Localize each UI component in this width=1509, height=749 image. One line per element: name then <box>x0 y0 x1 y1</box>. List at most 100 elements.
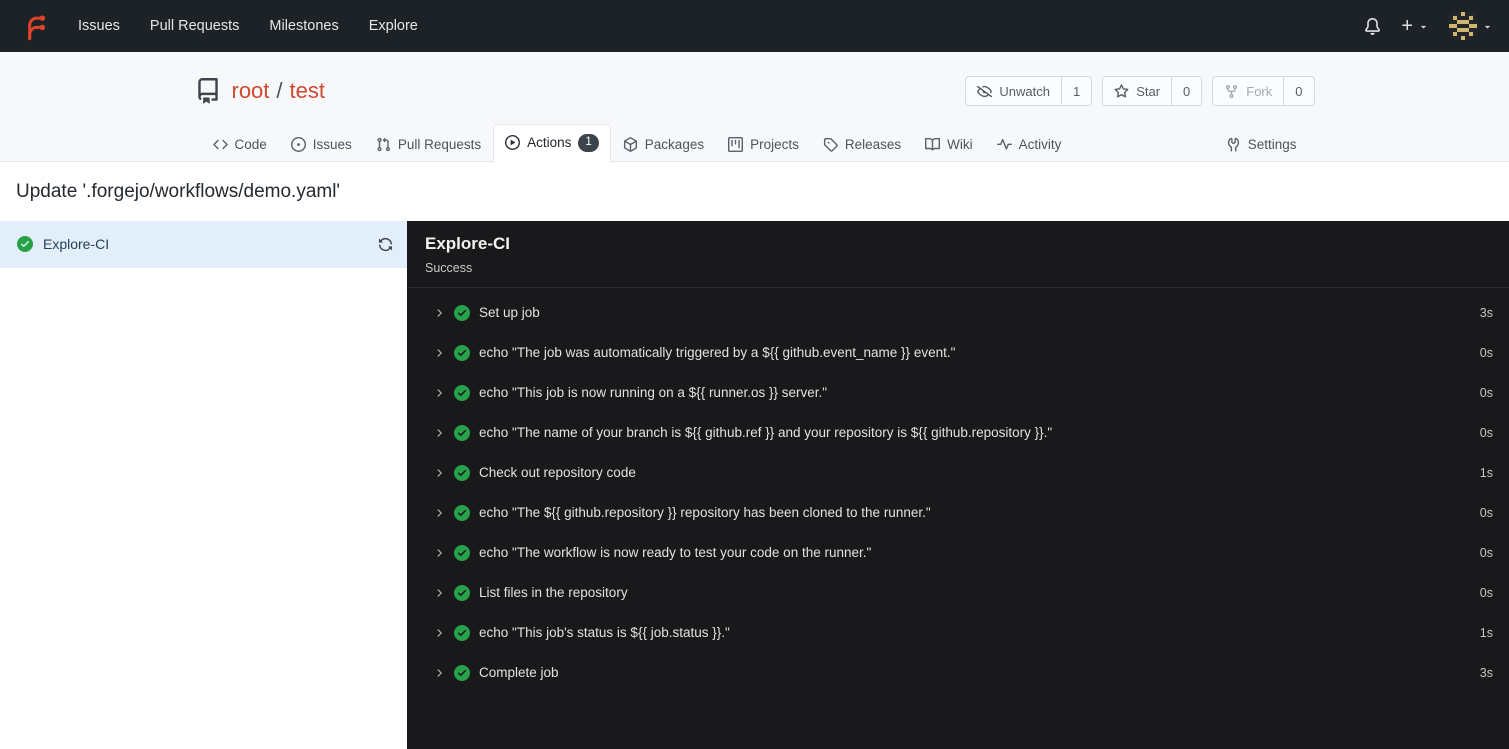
navbar-link-issues[interactable]: Issues <box>63 10 135 42</box>
tab-settings[interactable]: Settings <box>1214 127 1309 162</box>
notifications-button[interactable] <box>1364 17 1381 35</box>
step-success-icon <box>454 464 470 481</box>
tab-label: Projects <box>750 136 799 152</box>
navbar-link-milestones[interactable]: Milestones <box>254 10 353 42</box>
step-row[interactable]: echo "The workflow is now ready to test … <box>407 533 1509 573</box>
tab-activity[interactable]: Activity <box>985 127 1074 162</box>
step-success-icon <box>454 384 470 401</box>
tab-actions[interactable]: Actions 1 <box>493 124 611 162</box>
tab-label: Settings <box>1247 136 1297 152</box>
step-name: Set up job <box>479 305 540 320</box>
repo-full-name: root / test <box>232 78 326 104</box>
fork-label: Fork <box>1246 83 1273 99</box>
star-button[interactable]: Star <box>1102 76 1173 106</box>
tab-label: Wiki <box>947 136 973 152</box>
step-name: echo "The job was automatically triggere… <box>479 345 956 360</box>
step-success-icon <box>454 504 470 521</box>
step-success-icon <box>454 544 470 561</box>
repo-name-link[interactable]: test <box>290 78 325 104</box>
chevron-right-icon[interactable] <box>433 307 445 319</box>
chevron-right-icon[interactable] <box>433 547 445 559</box>
book-icon <box>925 137 941 152</box>
tools-icon <box>1226 137 1241 152</box>
step-row[interactable]: echo "This job's status is ${{ job.statu… <box>407 613 1509 653</box>
step-list: Set up job 3s echo "The job was automati… <box>407 288 1509 693</box>
forgejo-logo-icon <box>20 11 51 42</box>
fork-button[interactable]: Fork <box>1212 76 1285 106</box>
plus-icon: + <box>1401 15 1413 37</box>
repo-owner-link[interactable]: root <box>232 78 270 104</box>
star-button-group: Star 0 <box>1102 76 1203 106</box>
watchers-count[interactable]: 1 <box>1061 76 1093 106</box>
tab-releases[interactable]: Releases <box>811 127 913 162</box>
step-success-icon <box>454 664 470 681</box>
chevron-right-icon[interactable] <box>433 467 445 479</box>
chevron-right-icon[interactable] <box>433 387 445 399</box>
step-row[interactable]: echo "This job is now running on a ${{ r… <box>407 373 1509 413</box>
step-name: echo "This job's status is ${{ job.statu… <box>479 625 730 640</box>
chevron-right-icon[interactable] <box>433 507 445 519</box>
bell-icon <box>1364 17 1381 35</box>
fork-icon <box>1224 84 1239 99</box>
step-duration: 0s <box>1479 505 1493 520</box>
star-icon <box>1114 83 1129 99</box>
tab-code[interactable]: Code <box>201 127 279 162</box>
step-name: echo "The ${{ github.repository }} repos… <box>479 505 931 520</box>
tab-pull-requests[interactable]: Pull Requests <box>364 127 493 162</box>
step-row[interactable]: Set up job 3s <box>407 293 1509 333</box>
stars-count[interactable]: 0 <box>1172 76 1203 106</box>
chevron-down-icon <box>1482 21 1493 32</box>
repo-header: root / test Unwatch 1 Star 0 Fork 0 Code… <box>0 52 1509 162</box>
tag-icon <box>823 137 838 152</box>
step-duration: 0s <box>1479 345 1493 360</box>
panel-job-name: Explore-CI <box>425 233 511 253</box>
repo-title-row: root / test Unwatch 1 Star 0 Fork 0 <box>195 76 1315 106</box>
rerun-icon[interactable] <box>378 237 393 252</box>
forgejo-logo[interactable] <box>20 11 51 42</box>
step-row[interactable]: echo "The name of your branch is ${{ git… <box>407 413 1509 453</box>
tab-issues[interactable]: Issues <box>279 127 364 162</box>
step-success-icon <box>454 304 470 321</box>
code-icon <box>212 137 228 152</box>
step-duration: 0s <box>1479 585 1493 600</box>
chevron-right-icon[interactable] <box>433 347 445 359</box>
chevron-right-icon[interactable] <box>433 667 445 679</box>
navbar-link-pull-requests[interactable]: Pull Requests <box>135 10 254 42</box>
step-duration: 0s <box>1479 545 1493 560</box>
tab-label: Pull Requests <box>397 136 482 152</box>
step-row[interactable]: Check out repository code 1s <box>407 453 1509 493</box>
job-name: Explore-CI <box>43 236 110 252</box>
step-row[interactable]: Complete job 3s <box>407 653 1509 693</box>
run-body: Explore-CI Explore-CI Success Set up job… <box>0 220 1509 749</box>
watch-button-group: Unwatch 1 <box>965 76 1093 106</box>
play-circle-icon <box>505 135 521 151</box>
tab-wiki[interactable]: Wiki <box>913 127 985 162</box>
step-duration: 0s <box>1479 385 1493 400</box>
user-menu[interactable] <box>1449 12 1493 40</box>
log-panel: Explore-CI Success Set up job 3s echo "T… <box>407 220 1509 749</box>
package-icon <box>623 136 638 152</box>
chevron-right-icon[interactable] <box>433 587 445 599</box>
unwatch-label: Unwatch <box>999 83 1050 99</box>
chevron-right-icon[interactable] <box>433 627 445 639</box>
job-item-explore-ci[interactable]: Explore-CI <box>0 220 407 268</box>
navbar-right: + <box>1364 12 1493 40</box>
navbar-link-explore[interactable]: Explore <box>354 10 433 42</box>
tab-projects[interactable]: Projects <box>716 127 811 162</box>
tab-label: Actions <box>527 135 572 151</box>
eye-off-icon <box>977 84 993 99</box>
avatar <box>1449 12 1477 40</box>
chevron-right-icon[interactable] <box>433 427 445 439</box>
tab-label: Releases <box>844 136 902 152</box>
create-new-button[interactable]: + <box>1401 16 1429 36</box>
tab-label: Issues <box>312 136 352 152</box>
step-row[interactable]: echo "The job was automatically triggere… <box>407 333 1509 373</box>
step-success-icon <box>454 344 470 361</box>
unwatch-button[interactable]: Unwatch <box>965 76 1062 106</box>
step-row[interactable]: List files in the repository 0s <box>407 573 1509 613</box>
repo-icon <box>195 78 221 104</box>
step-row[interactable]: echo "The ${{ github.repository }} repos… <box>407 493 1509 533</box>
forks-count[interactable]: 0 <box>1284 76 1315 106</box>
repo-tabs: Code Issues Pull Requests Actions 1 Pack… <box>195 124 1315 162</box>
tab-packages[interactable]: Packages <box>611 127 716 162</box>
